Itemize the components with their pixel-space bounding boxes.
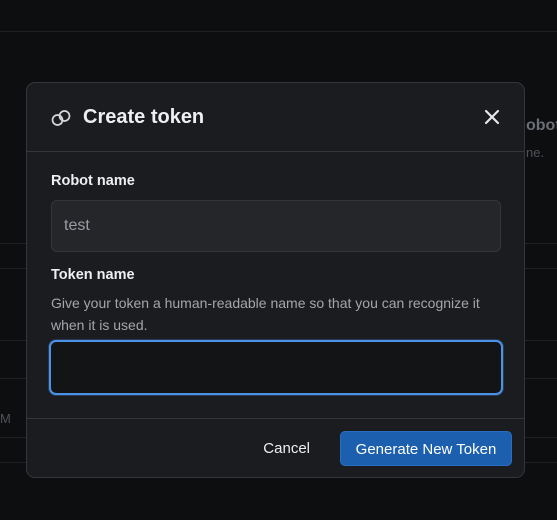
background-subtext: ne.: [526, 145, 545, 160]
token-name-label: Token name: [51, 267, 135, 283]
close-icon[interactable]: [480, 105, 504, 129]
robot-name-field: test: [51, 200, 501, 252]
dialog-footer: Cancel Generate New Token: [27, 418, 524, 477]
dialog-header: Create token: [27, 83, 524, 152]
token-name-help-text: Give your token a human-readable name so…: [51, 295, 480, 333]
page: obot ne. M Create token Robot name test …: [0, 0, 557, 520]
dialog-title: Create token: [83, 106, 205, 128]
cancel-button[interactable]: Cancel: [261, 431, 312, 466]
background-cell-text: M: [0, 411, 11, 426]
background-divider: [0, 31, 557, 32]
link-icon: [51, 110, 71, 126]
background-heading: obot: [526, 117, 557, 134]
create-token-dialog: Create token Robot name test Token name …: [26, 82, 525, 478]
token-name-input[interactable]: [49, 340, 503, 395]
robot-name-label: Robot name: [51, 173, 135, 189]
generate-new-token-button[interactable]: Generate New Token: [340, 431, 512, 466]
